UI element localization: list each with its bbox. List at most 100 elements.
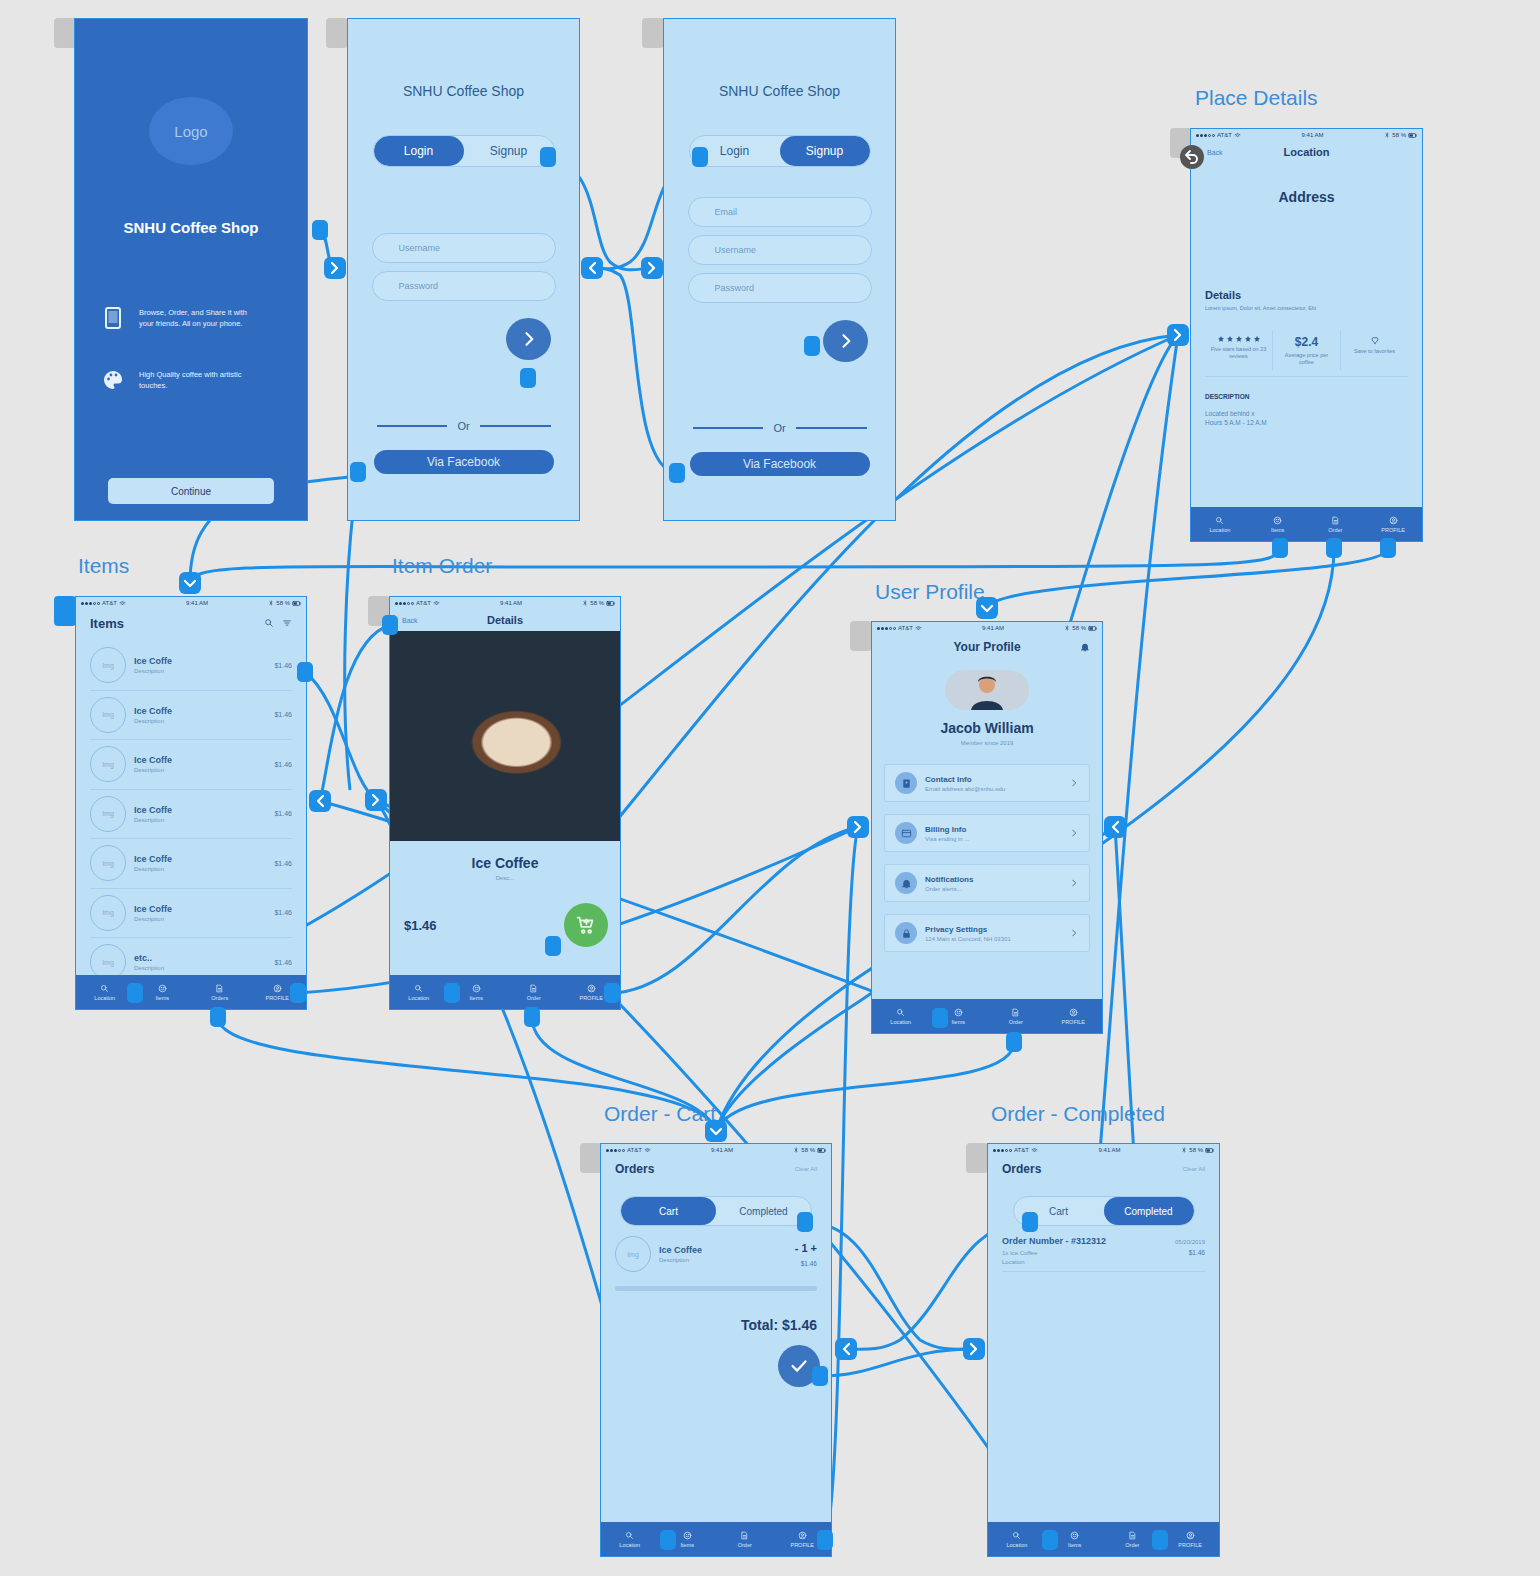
settings-row[interactable]: Billing InfoVisa ending in ... (884, 814, 1090, 852)
tab-bar-item[interactable]: PROFILE (774, 1531, 832, 1548)
tab-bar-item[interactable]: Items (1046, 1531, 1104, 1548)
text-field[interactable] (372, 233, 556, 263)
tab-bar-item[interactable]: PROFILE (249, 984, 307, 1001)
segment-tab[interactable]: Cart (621, 1197, 716, 1225)
tab-bar-item[interactable]: Orders (191, 984, 249, 1001)
details-heading: Details (1191, 289, 1422, 301)
text-field[interactable] (688, 235, 872, 265)
arrow-right-icon (519, 329, 539, 349)
status-right: 58 % (1384, 131, 1417, 140)
segment-tab[interactable]: Login (690, 136, 780, 166)
bluetooth-icon (1181, 1147, 1187, 1153)
checkout-button[interactable] (778, 1345, 820, 1387)
clock: 9:41 AM (1099, 1147, 1121, 1153)
tab-bar-item[interactable]: PROFILE (1045, 1008, 1103, 1025)
signal-dot (610, 1149, 613, 1152)
segment-tab[interactable]: Cart (1014, 1197, 1104, 1225)
profile-icon (1069, 1008, 1078, 1017)
artboard-label: Item Order (392, 554, 492, 578)
back-link[interactable]: Back (1203, 149, 1284, 156)
signal-dot (877, 627, 880, 630)
add-to-cart-button[interactable] (564, 903, 608, 947)
tab-bar-item[interactable]: Order (1104, 1531, 1162, 1548)
item-row[interactable]: ImgIce CoffeDescription$1.46 (90, 839, 292, 889)
bluetooth-icon (1384, 132, 1390, 138)
tab-bar-item[interactable]: Items (659, 1531, 717, 1548)
text-field[interactable] (372, 271, 556, 301)
artboard-label: Place Details (1195, 86, 1318, 110)
signup-screen: SNHU Coffee ShopLoginSignupOrVia Faceboo… (663, 18, 896, 521)
tab-bar-label: PROFILE (265, 995, 289, 1001)
tab-bar-item[interactable]: PROFILE (1364, 516, 1422, 533)
segment-tab[interactable]: Completed (716, 1197, 811, 1225)
splash-screen: LogoSNHU Coffee ShopBrowse, Order, and S… (74, 18, 308, 521)
row-text: Contact InfoEmail address abc@snhu.edu (925, 775, 1061, 792)
smile-icon (1273, 516, 1282, 525)
status-bar: AT&T9:41 AM58 % (872, 622, 1102, 634)
description-heading: DESCRIPTION (1191, 393, 1422, 400)
item-image: Img (90, 746, 126, 782)
facebook-button[interactable]: Via Facebook (690, 452, 870, 476)
tab-bar-item[interactable]: Location (390, 984, 448, 1001)
profile-icon (798, 1531, 807, 1540)
contact-icon (901, 778, 912, 789)
tab-bar-label: Items (681, 1542, 694, 1548)
clear-all-link[interactable]: Clear All (795, 1166, 817, 1172)
settings-row[interactable]: Privacy Settings124 Main st Concord, NH … (884, 914, 1090, 952)
tab-bar-item[interactable]: Location (988, 1531, 1046, 1548)
item-row[interactable]: ImgIce CoffeDescription$1.46 (90, 641, 292, 691)
submit-button[interactable] (823, 320, 868, 362)
tab-bar-item[interactable]: Order (505, 984, 563, 1001)
status-right: 58 % (793, 1146, 826, 1155)
signal-dot (993, 1149, 996, 1152)
tab-bar-item[interactable]: Location (601, 1531, 659, 1548)
tab-bar-item[interactable]: Items (134, 984, 192, 1001)
tab-bar-item[interactable]: Order (987, 1008, 1045, 1025)
tab-bar-label: Items (156, 995, 169, 1001)
signal-dot (97, 602, 100, 605)
item-row[interactable]: ImgIce CoffeDescription$1.46 (90, 691, 292, 741)
item-row[interactable]: ImgIce CoffeDescription$1.46 (90, 740, 292, 790)
item-row[interactable]: Imgetc..Description$1.46 (90, 938, 292, 975)
segment-label: Completed (739, 1206, 787, 1217)
tab-bar-item[interactable]: Order (1307, 516, 1365, 533)
text-field[interactable] (688, 273, 872, 303)
segment-tab[interactable]: Signup (464, 136, 554, 166)
facebook-button[interactable]: Via Facebook (374, 450, 554, 474)
settings-row[interactable]: NotificationsOrder alerts... (884, 864, 1090, 902)
segment-tab[interactable]: Completed (1104, 1197, 1194, 1225)
tab-bar-item[interactable]: PROFILE (563, 984, 621, 1001)
status-left: AT&T (395, 600, 440, 607)
order-icon (1011, 1008, 1020, 1017)
settings-row[interactable]: Contact InfoEmail address abc@snhu.edu (884, 764, 1090, 802)
star-filled-icon (1244, 335, 1252, 343)
tab-bar-item[interactable]: Order (716, 1531, 774, 1548)
wifi-icon (119, 600, 126, 607)
item-row[interactable]: ImgIce CoffeDescription$1.46 (90, 889, 292, 939)
segment-tab[interactable]: Signup (780, 136, 870, 166)
item-row[interactable]: ImgIce CoffeDescription$1.46 (90, 790, 292, 840)
tab-bar-item[interactable]: PROFILE (1161, 1531, 1219, 1548)
text-field[interactable] (688, 197, 872, 227)
item-name: Ice Coffe (134, 755, 172, 765)
tab-bar-item[interactable]: Location (76, 984, 134, 1001)
app-title: SNHU Coffee Shop (124, 219, 259, 236)
quantity-stepper[interactable]: - 1 + (795, 1242, 817, 1254)
segment-tab[interactable]: Login (374, 136, 464, 166)
tab-bar-item[interactable]: Items (930, 1008, 988, 1025)
tab-bar: LocationItemsOrderPROFILE (872, 999, 1102, 1033)
signal-dot (81, 602, 84, 605)
submit-button[interactable] (506, 318, 551, 360)
tab-bar-item[interactable]: Location (1191, 516, 1249, 533)
battery-level: 58 % (590, 600, 604, 606)
bluetooth-icon (268, 600, 274, 606)
continue-button[interactable]: Continue (108, 478, 274, 504)
tab-bar-item[interactable]: Items (448, 984, 506, 1001)
tab-bar-item[interactable]: Items (1249, 516, 1307, 533)
chevron-right-icon (1069, 778, 1079, 788)
signal-dot (93, 602, 96, 605)
clear-all-link[interactable]: Clear All (1183, 1166, 1205, 1172)
back-link[interactable]: Back (402, 617, 487, 624)
tab-bar-item[interactable]: Location (872, 1008, 930, 1025)
star-filled-icon (1253, 335, 1261, 343)
